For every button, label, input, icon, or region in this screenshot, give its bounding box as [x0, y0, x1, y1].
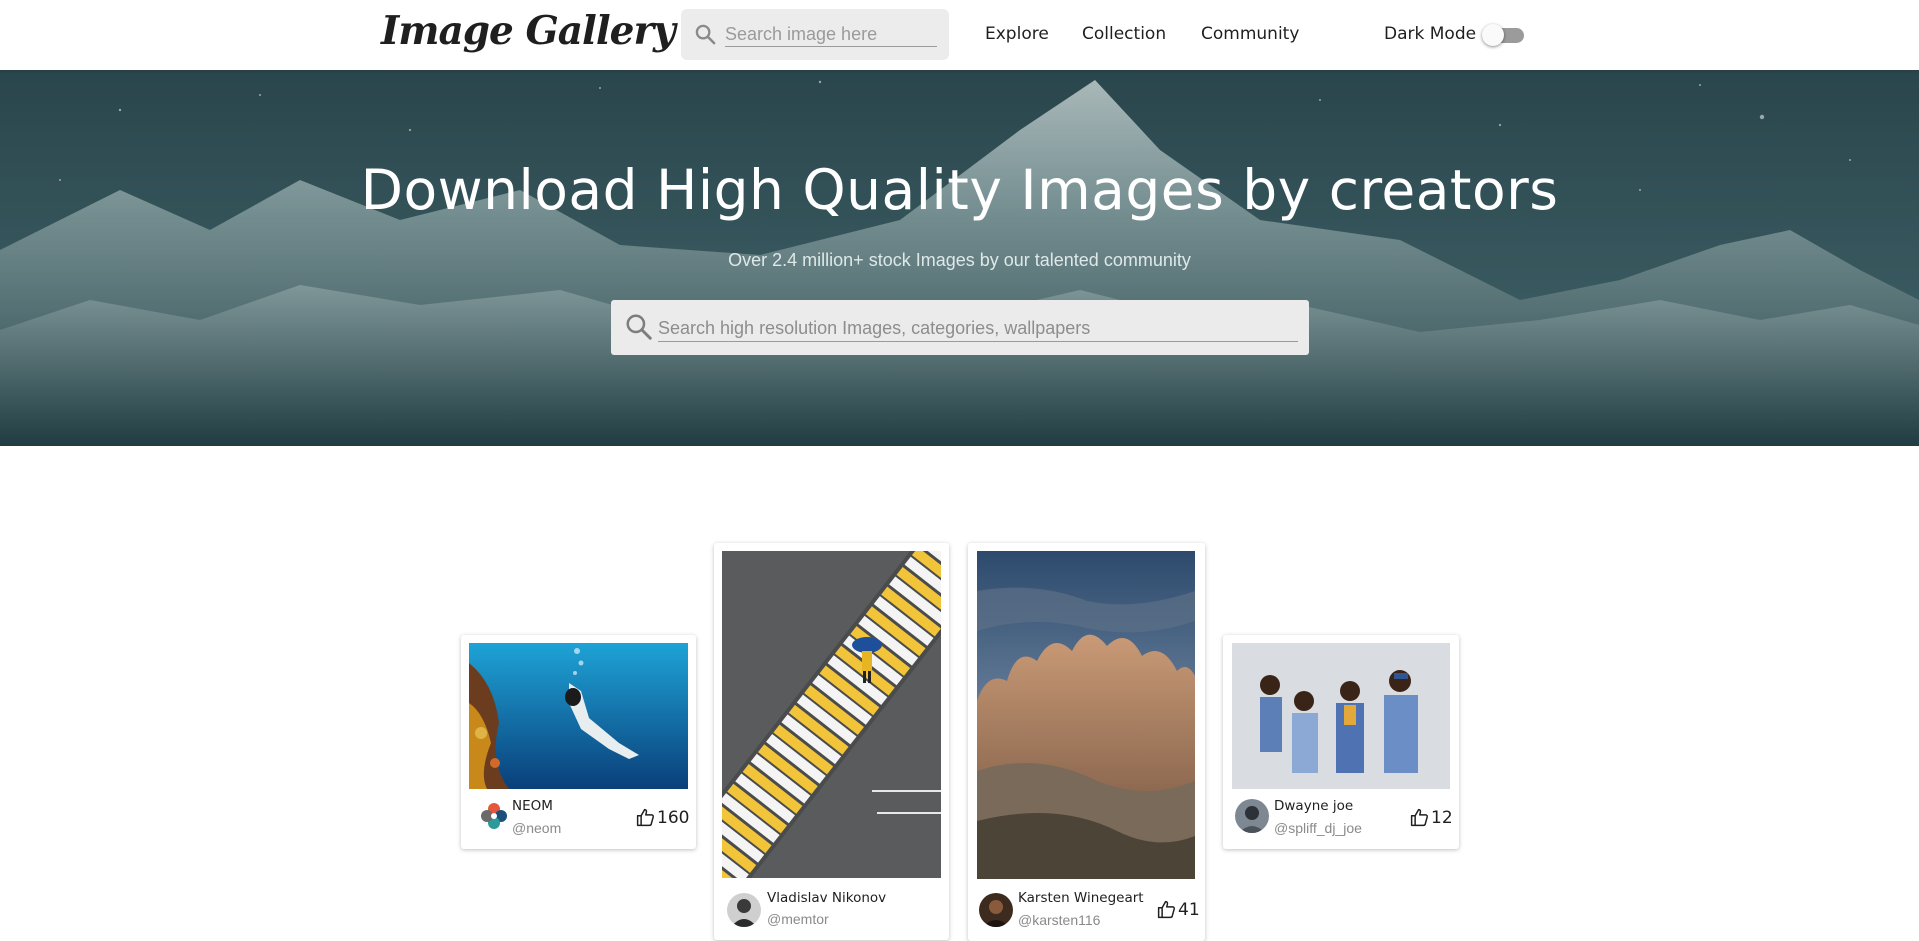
- toggle-knob: [1482, 24, 1504, 46]
- hero-subtitle: Over 2.4 million+ stock Images by our ta…: [728, 250, 1191, 270]
- author-handle: @spliff_dj_joe: [1274, 820, 1362, 836]
- image-card[interactable]: Vladislav Nikonov @memtor: [714, 543, 949, 940]
- image-card[interactable]: Karsten Winegeart @karsten116 41: [968, 543, 1205, 941]
- avatar[interactable]: [727, 893, 761, 927]
- author-handle: @memtor: [767, 911, 829, 927]
- nav-search-box[interactable]: [681, 9, 949, 60]
- card-photo-crosswalk[interactable]: [722, 551, 941, 878]
- dark-mode-label: Dark Mode: [1384, 24, 1477, 44]
- avatar[interactable]: [477, 799, 511, 833]
- like-count: 160: [657, 807, 690, 828]
- author-handle: @neom: [512, 820, 562, 836]
- avatar[interactable]: [1235, 799, 1269, 833]
- site-logo[interactable]: Image Gallery: [381, 8, 676, 54]
- avatar[interactable]: [979, 893, 1013, 927]
- like-count: 12: [1431, 807, 1453, 828]
- hero-title: Download High Quality Images by creators: [360, 158, 1559, 222]
- like-button[interactable]: 160: [635, 807, 689, 828]
- author-name[interactable]: Vladislav Nikonov: [767, 890, 886, 906]
- author-name[interactable]: NEOM: [512, 798, 553, 814]
- search-icon: [626, 314, 652, 340]
- hero-search-input[interactable]: [658, 315, 1298, 342]
- image-card[interactable]: NEOM @neom 160: [461, 635, 696, 849]
- author-name[interactable]: Karsten Winegeart: [1018, 890, 1144, 906]
- like-button[interactable]: 12: [1409, 807, 1453, 828]
- thumbs-up-icon: [1157, 900, 1176, 919]
- nav-link-explore[interactable]: Explore: [985, 24, 1049, 44]
- card-photo-group[interactable]: [1232, 643, 1450, 789]
- author-handle: @karsten116: [1018, 912, 1101, 928]
- card-photo-diver[interactable]: [469, 643, 688, 789]
- hero-banner: Download High Quality Images by creators…: [0, 70, 1919, 446]
- search-icon: [695, 24, 716, 45]
- like-button[interactable]: 41: [1156, 899, 1200, 920]
- image-card[interactable]: Dwayne joe @spliff_dj_joe 12: [1223, 635, 1459, 849]
- card-photo-rocks[interactable]: [977, 551, 1195, 879]
- nav-search-input[interactable]: [725, 23, 937, 47]
- hero-search-box[interactable]: [611, 300, 1309, 355]
- thumbs-up-icon: [1410, 808, 1429, 827]
- author-name[interactable]: Dwayne joe: [1274, 798, 1353, 814]
- thumbs-up-icon: [636, 808, 655, 827]
- dark-mode-toggle[interactable]: [1482, 24, 1524, 46]
- navbar: Image Gallery Explore Collection Communi…: [0, 0, 1919, 70]
- nav-link-community[interactable]: Community: [1201, 24, 1299, 44]
- like-count: 41: [1178, 899, 1200, 920]
- nav-link-collection[interactable]: Collection: [1082, 24, 1166, 44]
